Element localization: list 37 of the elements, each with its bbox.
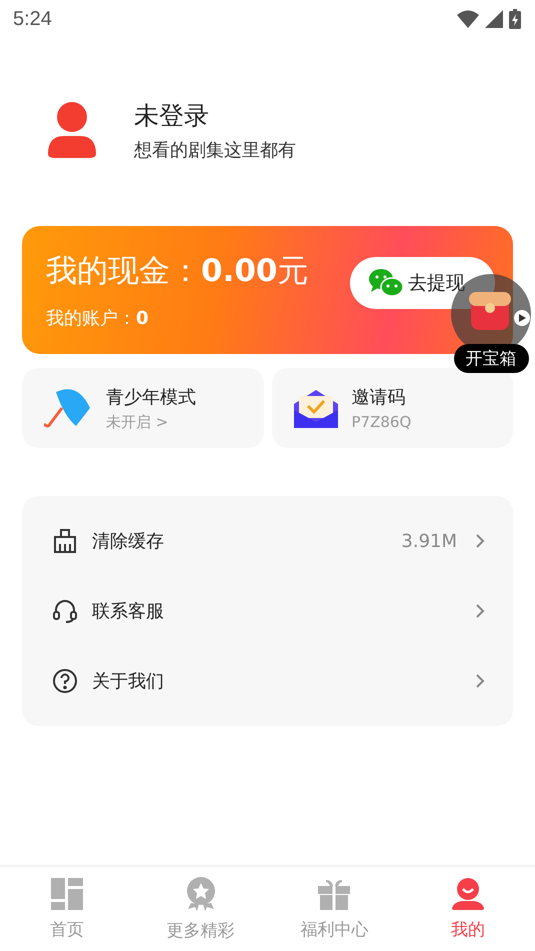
- battery-icon: [509, 9, 521, 29]
- chevron-right-icon: [475, 673, 485, 689]
- login-status[interactable]: 未登录: [134, 98, 296, 132]
- smiling-user-icon: [452, 878, 484, 910]
- chevron-right-icon: [475, 533, 485, 549]
- headset-icon: [52, 598, 78, 624]
- tab-item[interactable]: 我的: [401, 867, 535, 951]
- settings-row[interactable]: 清除缓存 3.91M: [22, 506, 513, 576]
- wifi-icon: [457, 10, 479, 28]
- tile-subtitle: P7Z86Q: [352, 413, 412, 431]
- user-icon: [48, 102, 96, 158]
- settings-label: 联系客服: [92, 600, 165, 623]
- broom-icon: [52, 528, 78, 554]
- tile-title: 邀请码: [352, 386, 406, 409]
- settings-label: 清除缓存: [92, 530, 165, 553]
- tile-title: 青少年模式: [106, 386, 196, 408]
- settings-row[interactable]: 联系客服: [22, 576, 513, 646]
- cash-amount: 我的现金：0.00元: [46, 252, 308, 291]
- envelope-icon: [294, 388, 338, 428]
- help-icon: [52, 668, 78, 694]
- status-time: 5:24: [13, 8, 52, 30]
- tile-subtitle: 未开启 >: [106, 412, 170, 432]
- umbrella-icon: [44, 386, 92, 430]
- feature-tile[interactable]: 邀请码 P7Z86Q: [272, 368, 513, 448]
- profile-subtitle: 想看的剧集这里都有: [134, 138, 296, 162]
- chat-bubbles-icon: [368, 268, 404, 298]
- account-balance: 我的账户：0: [46, 307, 150, 330]
- gift-icon: [318, 878, 350, 910]
- feature-tile[interactable]: 青少年模式 未开启 >: [22, 368, 264, 448]
- signal-icon: [485, 10, 503, 28]
- settings-row[interactable]: 关于我们: [22, 646, 513, 716]
- cache-size: 3.91M: [401, 530, 457, 552]
- dashboard-icon: [50, 878, 83, 910]
- chevron-right-icon: [475, 603, 485, 619]
- medal-icon: [184, 876, 217, 910]
- settings-label: 关于我们: [92, 670, 165, 693]
- open-chest-button[interactable]: 开宝箱: [454, 344, 528, 373]
